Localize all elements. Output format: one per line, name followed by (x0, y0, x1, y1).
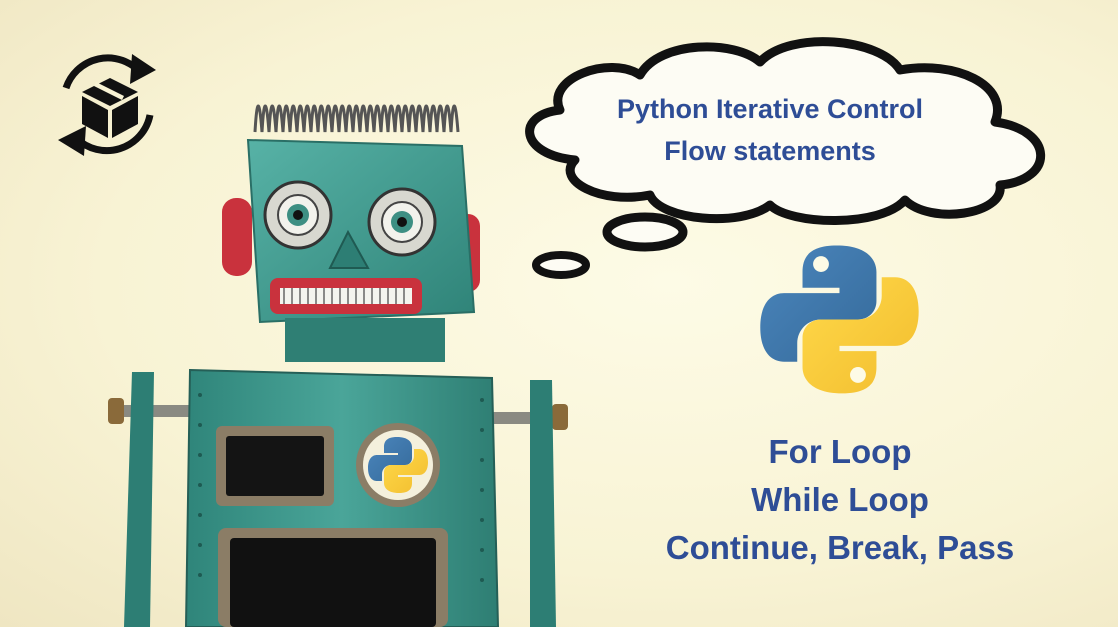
python-logo-icon (760, 245, 919, 394)
thought-bubble-dot-large (602, 212, 688, 252)
bubble-title: Python Iterative Control Flow statements (560, 88, 980, 172)
loop-item-continue-break-pass: Continue, Break, Pass (665, 529, 1015, 566)
loop-item-for: For Loop (768, 433, 912, 470)
bubble-title-line-2: Flow statements (664, 136, 876, 166)
robot-neck (285, 318, 445, 362)
robot-arm-right (530, 380, 556, 627)
thought-bubble-dot-small (532, 251, 590, 279)
robot-antenna-spring (253, 104, 460, 133)
robot-python-badge (356, 423, 440, 507)
bubble-title-line-1: Python Iterative Control (616, 94, 924, 124)
robot-eye-right (367, 187, 437, 257)
package-cycle-icon (58, 54, 156, 156)
robot-illustration (108, 104, 568, 627)
loop-statement-list: For Loop While Loop Continue, Break, Pas… (630, 428, 1050, 572)
robot-eye-left (263, 180, 333, 250)
loop-item-while: While Loop (751, 481, 929, 518)
robot-ear-left (222, 198, 252, 276)
robot-mouth (270, 278, 422, 314)
